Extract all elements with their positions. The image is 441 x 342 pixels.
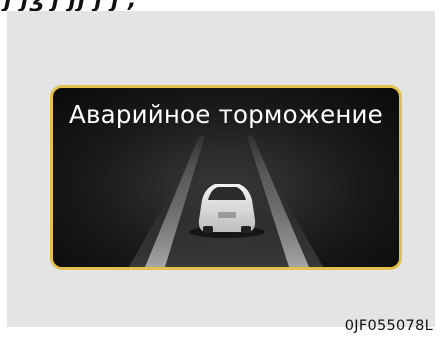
display-screen: Аварийное торможение: [53, 88, 399, 267]
figure-code: 0JF055078L: [344, 318, 433, 334]
instrument-cluster-display: Аварийное торможение: [50, 85, 402, 270]
cropped-heading-fragment: ʃ ʃʒ ʃ ʃʃ ʃ ʃ ,: [0, 0, 441, 11]
cropped-heading-text: ʃ ʃʒ ʃ ʃʃ ʃ ʃ ,: [4, 0, 136, 11]
warning-message: Аварийное торможение: [69, 100, 383, 129]
